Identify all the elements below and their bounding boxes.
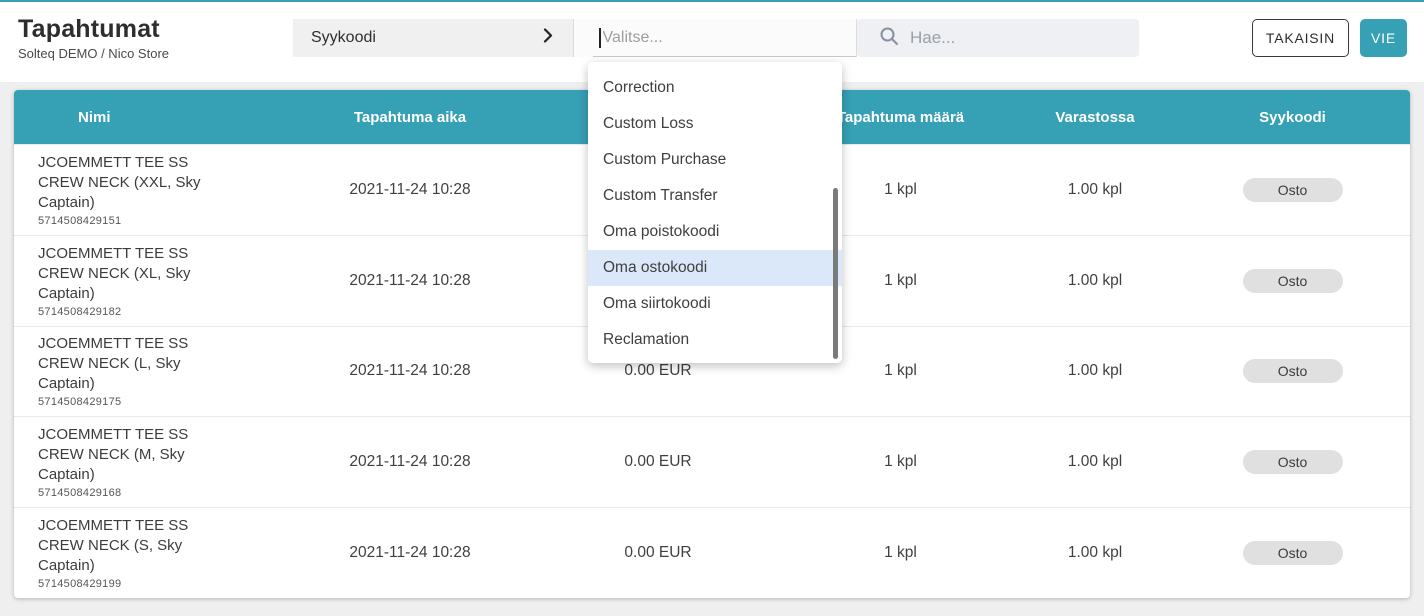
reason-code-badge: Osto [1243, 450, 1343, 474]
back-button[interactable]: TAKAISIN [1252, 19, 1349, 57]
dropdown-option[interactable]: Reclamation [588, 322, 842, 358]
reason-code-badge: Osto [1243, 541, 1343, 565]
product-name: JCOEMMETT TEE SS CREW NECK (XXL, Sky Cap… [38, 153, 320, 213]
chevron-right-icon [543, 28, 553, 48]
table-row[interactable]: JCOEMMETT TEE SS CREW NECK (M, Sky Capta… [14, 416, 1410, 507]
transaction-time: 2021-11-24 10:28 [320, 362, 500, 380]
store-breadcrumb: Solteq DEMO / Nico Store [18, 46, 169, 61]
transaction-amount: 1 kpl [816, 453, 985, 471]
transaction-time: 2021-11-24 10:28 [320, 453, 500, 471]
page-title: Tapahtumat [18, 15, 169, 43]
filter-bar: Syykoodi [293, 19, 1139, 57]
dropdown-option[interactable]: Oma poistokoodi [588, 214, 842, 250]
stock-amount: 1.00 kpl [985, 544, 1205, 562]
transaction-time: 2021-11-24 10:28 [320, 272, 500, 290]
dropdown-scrollbar[interactable] [833, 188, 838, 359]
dropdown-option[interactable]: Oma ostokoodi [588, 250, 842, 286]
stock-amount: 1.00 kpl [985, 272, 1205, 290]
column-header-stock: Varastossa [985, 109, 1205, 126]
column-header-name: Nimi [14, 109, 320, 126]
dropdown-option[interactable]: Custom Transfer [588, 178, 842, 214]
product-barcode: 5714508429199 [38, 578, 320, 590]
filter-type-select[interactable]: Syykoodi [293, 19, 573, 57]
search-icon [879, 26, 899, 51]
filter-type-label: Syykoodi [311, 29, 376, 47]
transaction-time: 2021-11-24 10:28 [320, 544, 500, 562]
product-barcode: 5714508429168 [38, 487, 320, 499]
transaction-amount: 1 kpl [816, 544, 985, 562]
table-row[interactable]: JCOEMMETT TEE SS CREW NECK (S, Sky Capta… [14, 507, 1410, 598]
reason-code-badge: Osto [1243, 359, 1343, 383]
dropdown-option[interactable]: Oma siirtokoodi [588, 286, 842, 322]
reason-code-input[interactable] [603, 29, 823, 47]
transaction-price: 0.00 EUR [500, 453, 816, 471]
search-field[interactable] [857, 19, 1139, 57]
product-name: JCOEMMETT TEE SS CREW NECK (S, Sky Capta… [38, 516, 320, 576]
transaction-time: 2021-11-24 10:28 [320, 181, 500, 199]
title-block: Tapahtumat Solteq DEMO / Nico Store [18, 15, 169, 61]
reason-code-badge: Osto [1243, 178, 1343, 202]
dropdown-option[interactable]: Correction [588, 70, 842, 106]
reason-code-dropdown: Correction Custom Loss Custom Purchase C… [588, 62, 842, 363]
stock-amount: 1.00 kpl [985, 181, 1205, 199]
dropdown-option[interactable]: Custom Purchase [588, 142, 842, 178]
action-buttons: TAKAISIN VIE [1252, 19, 1407, 57]
stock-amount: 1.00 kpl [985, 453, 1205, 471]
export-button[interactable]: VIE [1360, 19, 1407, 57]
dropdown-option[interactable]: Custom Loss [588, 106, 842, 142]
product-barcode: 5714508429175 [38, 396, 320, 408]
transaction-amount: 1 kpl [816, 362, 985, 380]
column-header-reason: Syykoodi [1205, 109, 1410, 126]
column-header-time: Tapahtuma aika [320, 109, 500, 126]
product-barcode: 5714508429151 [38, 215, 320, 227]
transaction-price: 0.00 EUR [500, 544, 816, 562]
transaction-price: 0.00 EUR [500, 362, 816, 380]
reason-code-select[interactable] [573, 19, 857, 57]
reason-code-badge: Osto [1243, 269, 1343, 293]
product-name: JCOEMMETT TEE SS CREW NECK (XL, Sky Capt… [38, 244, 320, 304]
product-barcode: 5714508429182 [38, 306, 320, 318]
text-caret [599, 28, 601, 48]
stock-amount: 1.00 kpl [985, 362, 1205, 380]
product-name: JCOEMMETT TEE SS CREW NECK (L, Sky Capta… [38, 334, 320, 394]
product-name: JCOEMMETT TEE SS CREW NECK (M, Sky Capta… [38, 425, 320, 485]
search-input[interactable] [910, 28, 1120, 48]
